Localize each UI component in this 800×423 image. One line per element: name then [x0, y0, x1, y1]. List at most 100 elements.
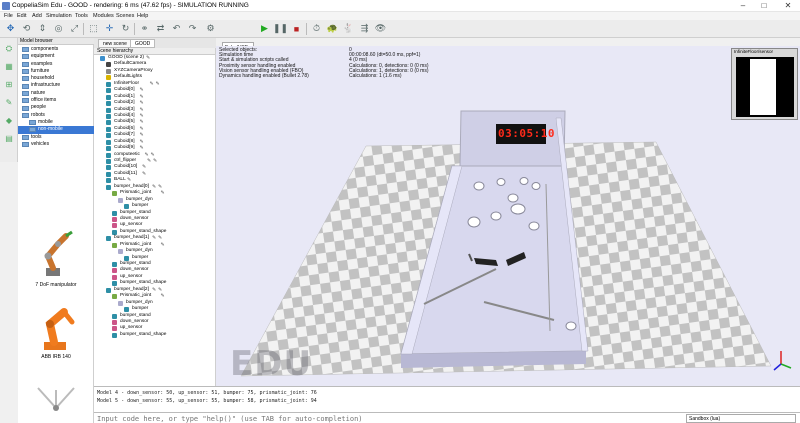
status-console: Model 4 - down_sensor: 50, up_sensor: 51…	[94, 386, 800, 412]
camera-opening-icon[interactable]: ◎	[52, 22, 65, 35]
tab-good[interactable]: GOOD	[130, 39, 156, 48]
model-folder-item[interactable]: components	[18, 46, 94, 53]
transfer-dna-icon[interactable]: ⇄	[154, 22, 167, 35]
folder-icon	[22, 142, 29, 147]
model-folder-item[interactable]: office items	[18, 97, 94, 104]
model-folder-label: examples	[31, 60, 53, 67]
menu-bar: File Edit Add Simulation Tools Modules S…	[0, 12, 800, 20]
model-browser-icon[interactable]: ▤	[3, 134, 15, 144]
object-shift-icon[interactable]: ✛	[103, 22, 116, 35]
shape-icon	[106, 171, 111, 177]
faster-icon[interactable]: 🐇	[342, 22, 355, 35]
joint-icon	[112, 294, 117, 300]
model-folder-item[interactable]: furniture	[18, 68, 94, 75]
model-folder-item[interactable]: nature	[18, 90, 94, 97]
toolbar-separator	[306, 23, 307, 35]
pause-icon[interactable]: ❚❚	[273, 22, 288, 35]
thumbnail-label: ABB IRB 140	[41, 354, 71, 360]
collections-icon[interactable]: ⊞	[3, 80, 15, 90]
menu-scenes[interactable]: Scenes	[116, 12, 134, 20]
delta-robot-icon	[37, 387, 75, 411]
tab-new-scene[interactable]: new scene	[98, 39, 132, 48]
hierarchy-item[interactable]: bumper_stand_shape	[94, 332, 215, 338]
model-folder-label: components	[31, 46, 59, 52]
shape-icon	[106, 107, 111, 113]
folder-icon	[22, 134, 29, 140]
scene-viewport[interactable]: 03:05:10	[216, 46, 800, 386]
maximize-button[interactable]: □	[757, 1, 771, 11]
model-folder-label: robots	[31, 111, 45, 118]
vision-sensor-view[interactable]: InfiniteFloor/sensor	[731, 48, 798, 120]
threaded-rendering-icon[interactable]: ⇶	[358, 22, 371, 35]
model-thumbnails: 7 DoF manipulator ABB IRB 140	[18, 228, 94, 423]
folder-icon	[22, 47, 29, 53]
scene-objects-icon[interactable]: ⛭	[3, 44, 15, 54]
stop-icon[interactable]: ■	[290, 22, 303, 35]
model-folder-item[interactable]: examples	[18, 61, 94, 68]
menu-file[interactable]: File	[4, 12, 13, 20]
assemble-icon[interactable]: ⚭	[138, 22, 151, 35]
model-folder-item[interactable]: mobile	[18, 119, 94, 126]
physics-engine-icon[interactable]: ⚙	[204, 22, 217, 35]
calculation-modules-icon[interactable]: ▦	[3, 62, 15, 72]
real-time-icon[interactable]: ⏱	[310, 22, 323, 35]
undo-icon[interactable]: ↶	[170, 22, 183, 35]
model-folder-label: mobile	[38, 118, 53, 125]
redo-icon[interactable]: ↷	[186, 22, 199, 35]
shapes-edit-icon[interactable]: ◆	[3, 116, 15, 126]
minimize-button[interactable]: –	[736, 1, 750, 11]
folder-icon	[22, 76, 29, 82]
scene-tabs: new scene GOOD	[94, 38, 216, 48]
model-folder-item[interactable]: non-mobile	[18, 126, 94, 134]
thumbnail-label: 7 DoF manipulator	[35, 282, 77, 288]
model-folder-item[interactable]: equipment	[18, 53, 94, 60]
model-folder-item[interactable]: household	[18, 75, 94, 82]
shape-icon	[112, 313, 117, 319]
scoreboard-display: 03:05:10	[498, 127, 555, 140]
play-icon[interactable]: ▶	[258, 22, 271, 35]
command-input[interactable]	[97, 414, 672, 423]
model-folder-label: office items	[31, 97, 57, 104]
thumbnail-7dof[interactable]: 7 DoF manipulator	[18, 228, 93, 288]
language-dropdown[interactable]: Sandbox (lua)	[686, 414, 796, 423]
model-folder-label: vehicles	[31, 140, 50, 147]
model-folder-item[interactable]: tools	[18, 134, 94, 141]
fit-to-view-icon[interactable]: ⤢	[68, 22, 81, 35]
edu-watermark: EDU	[230, 344, 313, 384]
menu-add[interactable]: Add	[32, 12, 42, 20]
model-folder-label: people	[31, 104, 47, 111]
menu-edit[interactable]: Edit	[17, 12, 26, 20]
menu-tools[interactable]: Tools	[75, 12, 88, 20]
thumbnail-delta[interactable]	[18, 378, 93, 423]
model-folder-item[interactable]: robots	[18, 112, 94, 119]
hierarchy-list: GOOD (scene 2) ✎ DefaultCamera XYZCameraPro…	[94, 55, 215, 338]
menu-simulation[interactable]: Simulation	[46, 12, 72, 20]
camera-shift-icon[interactable]: ⇕	[36, 22, 49, 35]
shape-icon	[106, 101, 111, 107]
shape-icon	[106, 139, 111, 145]
command-bar: Sandbox (lua)	[94, 412, 800, 423]
object-rotate-icon[interactable]: ↻	[119, 22, 132, 35]
menu-modules[interactable]: Modules	[93, 12, 114, 20]
camera-rotate-icon[interactable]: ⟲	[20, 22, 33, 35]
shape-icon	[124, 255, 129, 261]
model-folder-item[interactable]: infrastructure	[18, 82, 94, 89]
toggle-visualization-icon[interactable]: 👁	[374, 22, 387, 35]
light-icon	[106, 75, 111, 81]
proxy-icon	[106, 68, 111, 74]
model-folder-item[interactable]: people	[18, 104, 94, 111]
slower-icon[interactable]: 🐢	[326, 22, 339, 35]
toolbar: ✥ ⟲ ⇕ ◎ ⤢ ⬚ ✛ ↻ ⚭ ⇄ ↶ ↷ ⚙ Euler/VSE ▶ ❚❚…	[0, 20, 800, 53]
camera-pan-icon[interactable]: ✥	[4, 22, 17, 35]
toolbar-separator	[134, 23, 135, 35]
thumbnail-abb[interactable]: ABB IRB 140	[18, 300, 93, 360]
left-toolbar: ⛭ ▦ ⊞ ✎ ◆ ▤	[0, 38, 18, 162]
click-select-icon[interactable]: ⬚	[87, 22, 100, 35]
scripts-icon[interactable]: ✎	[3, 98, 15, 108]
model-folder-item[interactable]: vehicles	[18, 141, 94, 148]
folder-icon	[22, 83, 29, 89]
shape-icon	[112, 210, 117, 216]
menu-help[interactable]: Help	[137, 12, 148, 20]
sensor-icon	[112, 223, 117, 229]
close-button[interactable]: ✕	[781, 1, 795, 11]
